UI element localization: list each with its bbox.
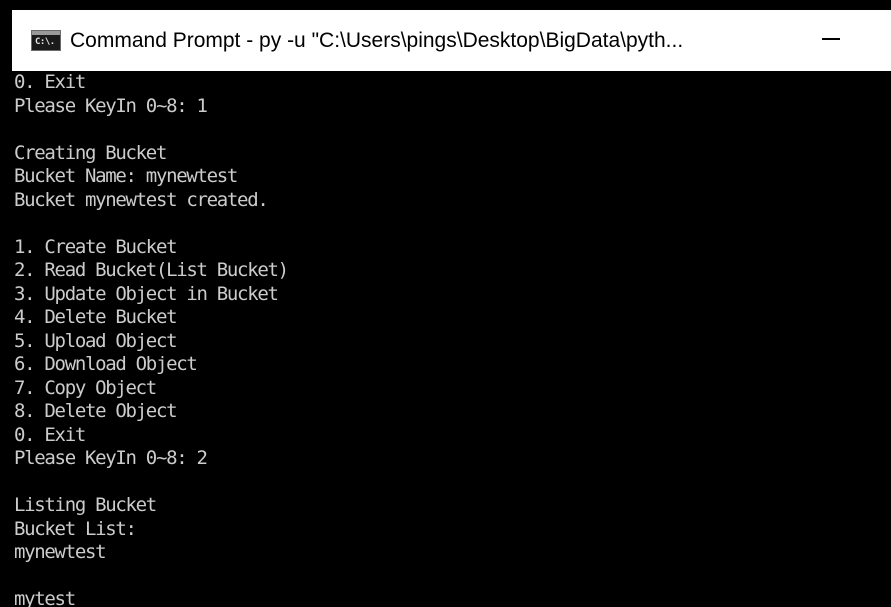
console-line: 2. Read Bucket(List Bucket) [14,259,289,281]
console-line: mytest [14,588,76,607]
console-line: 8. Delete Object [14,400,178,422]
console-line: Please KeyIn 0~8: 2 [14,447,208,469]
title-bar[interactable]: C:\. Command Prompt - py -u "C:\Users\pi… [12,10,891,71]
console-line: Please KeyIn 0~8: 1 [14,94,208,117]
minimize-button[interactable] [801,10,861,71]
console-line: Creating Bucket [14,141,167,164]
console-line: Listing Bucket [14,494,157,516]
console-line: 7. Copy Object [14,376,157,399]
console-line: 1. Create Bucket [14,235,178,258]
command-prompt-icon[interactable]: C:\. [31,30,61,51]
icon-glyph: C:\. [35,37,55,47]
console-line: Bucket mynewtest created. [14,188,269,211]
window-title: Command Prompt - py -u "C:\Users\pings\D… [70,28,684,52]
console-line: Bucket List: [14,517,137,540]
window-frame [0,0,891,10]
console-line: mynewtest [14,541,107,563]
icon-bar [32,31,60,35]
console-line: 6. Download Object [14,353,198,375]
minimize-icon [822,37,840,40]
console-line: 0. Exit [14,71,86,93]
console-output[interactable]: 0. Exit Please KeyIn 0~8: 1 Creating Buc… [14,71,891,607]
console-line: 5. Upload Object [14,329,178,352]
console-line: 0. Exit [14,423,86,446]
console-line: Bucket Name: mynewtest [14,165,238,187]
console-line: 4. Delete Bucket [14,306,178,328]
console-line: 3. Update Object in Bucket [14,282,279,305]
command-prompt-window: C:\. Command Prompt - py -u "C:\Users\pi… [0,0,891,607]
